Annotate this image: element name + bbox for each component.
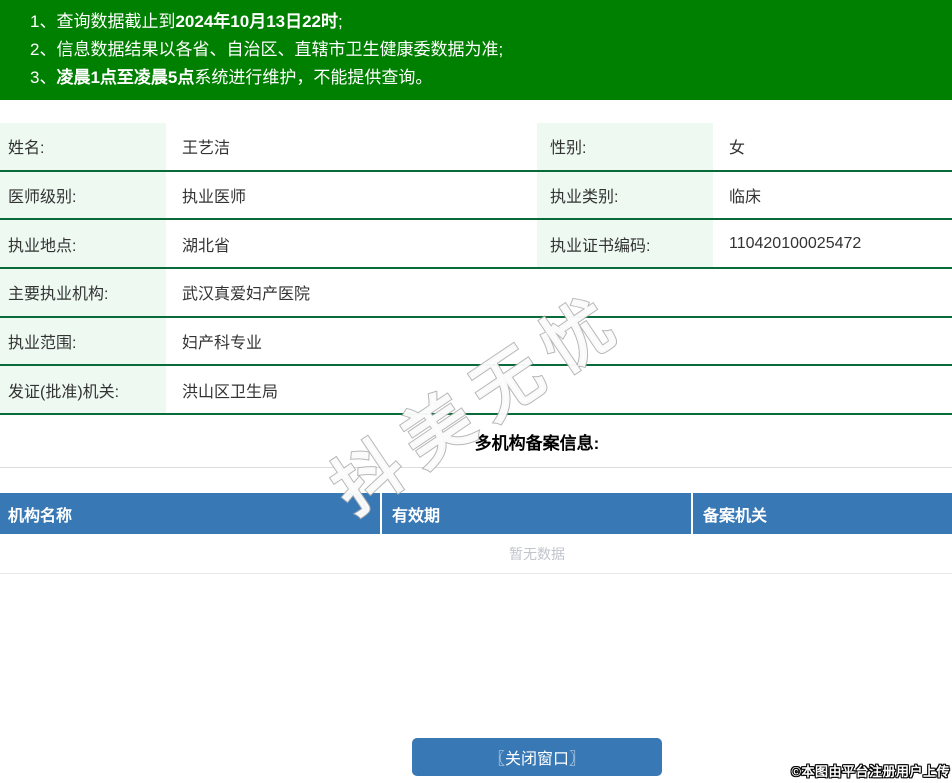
- notice-number: 1、: [30, 12, 56, 31]
- practice-type-label: 执业类别:: [537, 172, 713, 219]
- notice-text: 系统进行维护，不能提供查询。: [194, 68, 432, 87]
- notice-text: ;: [338, 12, 343, 31]
- main-institution-value: 武汉真爱妇产医院: [166, 269, 952, 316]
- notice-bold-text: 凌晨1点至凌晨5点: [56, 68, 194, 87]
- table-row: 执业范围: 妇产科专业: [0, 318, 952, 367]
- column-header-institution-name: 机构名称: [0, 493, 380, 534]
- practice-location-value: 湖北省: [166, 220, 537, 267]
- practice-location-label: 执业地点:: [0, 220, 166, 267]
- notice-number: 3、: [30, 68, 56, 87]
- content-sheet: 姓名: 王艺洁 性别: 女 医师级别: 执业医师 执业类别: 临床 执业地点: …: [0, 123, 952, 776]
- name-value: 王艺洁: [166, 123, 537, 170]
- table-row: 发证(批准)机关: 洪山区卫生局: [0, 366, 952, 415]
- table-row: 医师级别: 执业医师 执业类别: 临床: [0, 172, 952, 221]
- doctor-level-label: 医师级别:: [0, 172, 166, 219]
- gender-label: 性别:: [537, 123, 713, 170]
- practice-scope-label: 执业范围:: [0, 318, 166, 365]
- physician-info-table: 姓名: 王艺洁 性别: 女 医师级别: 执业医师 执业类别: 临床 执业地点: …: [0, 123, 952, 415]
- notice-line-1: 1、查询数据截止到2024年10月13日22时;: [30, 8, 952, 36]
- notice-banner: 1、查询数据截止到2024年10月13日22时; 2、信息数据结果以各省、自治区…: [0, 0, 952, 100]
- column-header-filing-authority: 备案机关: [691, 493, 952, 534]
- certificate-no-value: 110420100025472: [713, 220, 952, 267]
- issuing-authority-label: 发证(批准)机关:: [0, 366, 166, 413]
- gender-value: 女: [713, 123, 952, 170]
- table-row: 执业地点: 湖北省 执业证书编码: 110420100025472: [0, 220, 952, 269]
- notice-line-2: 2、信息数据结果以各省、自治区、直辖市卫生健康委数据为准;: [30, 36, 952, 64]
- column-header-validity-period: 有效期: [380, 493, 691, 534]
- records-section-header: 多机构备案信息:: [0, 415, 952, 468]
- doctor-level-value: 执业医师: [166, 172, 537, 219]
- records-table-header: 机构名称 有效期 备案机关: [0, 493, 952, 534]
- records-section-title: 多机构备案信息:: [475, 429, 600, 454]
- notice-number: 2、: [30, 40, 56, 59]
- practice-type-value: 临床: [713, 172, 952, 219]
- table-row: 主要执业机构: 武汉真爱妇产医院: [0, 269, 952, 318]
- certificate-no-label: 执业证书编码:: [537, 220, 713, 267]
- name-label: 姓名:: [0, 123, 166, 170]
- issuing-authority-value: 洪山区卫生局: [166, 366, 952, 413]
- notice-text: 信息数据结果以各省、自治区、直辖市卫生健康委数据为准;: [56, 40, 503, 59]
- copyright-stamp: ©本图由平台注册用户上传: [791, 761, 950, 780]
- close-window-button[interactable]: 〖关闭窗口〗: [412, 738, 662, 776]
- notice-bold-text: 2024年10月13日22时: [175, 12, 338, 31]
- table-row: 姓名: 王艺洁 性别: 女: [0, 123, 952, 172]
- main-institution-label: 主要执业机构:: [0, 269, 166, 316]
- practice-scope-value: 妇产科专业: [166, 318, 952, 365]
- notice-text: 查询数据截止到: [56, 12, 175, 31]
- notice-line-3: 3、凌晨1点至凌晨5点系统进行维护，不能提供查询。: [30, 64, 952, 92]
- empty-data-placeholder: 暂无数据: [0, 534, 952, 574]
